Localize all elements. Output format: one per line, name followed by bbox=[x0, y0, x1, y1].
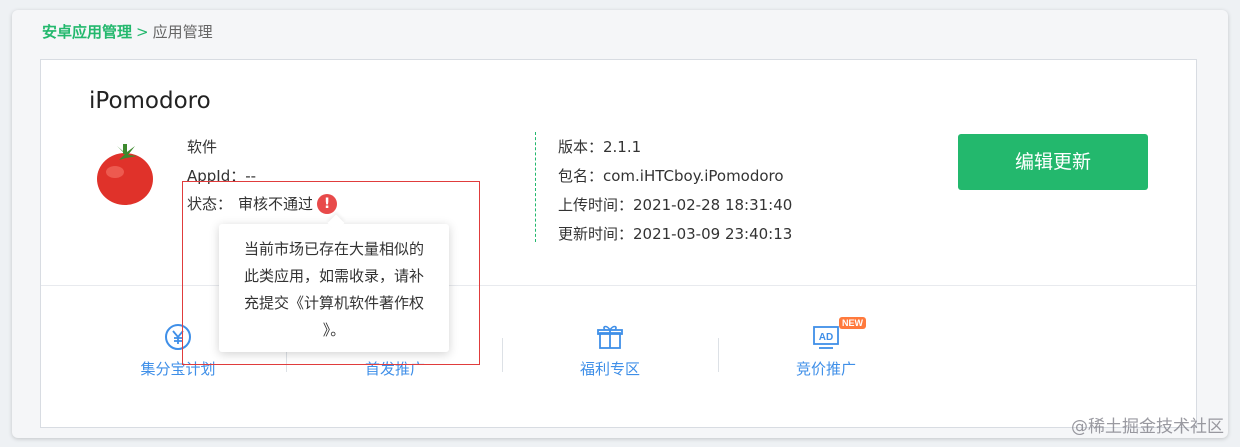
promo-separator bbox=[502, 338, 503, 372]
promo-label: 竞价推广 bbox=[795, 360, 856, 378]
tooltip-line: 此类应用，如需收录，请补 bbox=[243, 267, 424, 285]
breadcrumb-separator: > bbox=[136, 23, 149, 41]
breadcrumb: 安卓应用管理 > 应用管理 bbox=[42, 21, 213, 42]
tooltip-line: 当前市场已存在大量相似的 bbox=[243, 240, 424, 258]
breadcrumb-current: 应用管理 bbox=[152, 23, 213, 41]
status-tooltip: 当前市场已存在大量相似的 此类应用，如需收录，请补 充提交《计算机软件著作权 》… bbox=[219, 214, 449, 352]
app-title: iPomodoro bbox=[89, 88, 211, 114]
promo-label: 福利专区 bbox=[579, 360, 640, 378]
upload-time-text: 上传时间：2021-02-28 18:31:40 bbox=[558, 196, 793, 214]
tooltip-line: 》。 bbox=[322, 321, 346, 339]
tooltip-line: 充提交《计算机软件著作权 bbox=[243, 294, 424, 312]
update-time-text: 更新时间：2021-03-09 23:40:13 bbox=[558, 225, 793, 243]
info-divider bbox=[535, 132, 536, 242]
edit-update-button[interactable]: 编辑更新 bbox=[958, 134, 1148, 190]
gift-icon bbox=[540, 322, 680, 352]
promo-separator bbox=[718, 338, 719, 372]
version-text: 版本：2.1.1 bbox=[558, 138, 642, 156]
ad-icon: AD NEW bbox=[756, 317, 896, 352]
new-badge: NEW bbox=[839, 317, 866, 329]
app-category: 软件 bbox=[187, 138, 218, 156]
promo-bidding[interactable]: AD NEW 竞价推广 bbox=[756, 317, 896, 379]
app-icon bbox=[95, 142, 155, 210]
promo-welfare[interactable]: 福利专区 bbox=[540, 322, 680, 379]
breadcrumb-parent-link[interactable]: 安卓应用管理 bbox=[42, 23, 132, 41]
package-text: 包名：com.iHTCboy.iPomodoro bbox=[558, 167, 784, 185]
watermark: @稀土掘金技术社区 bbox=[1071, 417, 1224, 437]
svg-text:AD: AD bbox=[819, 332, 833, 343]
